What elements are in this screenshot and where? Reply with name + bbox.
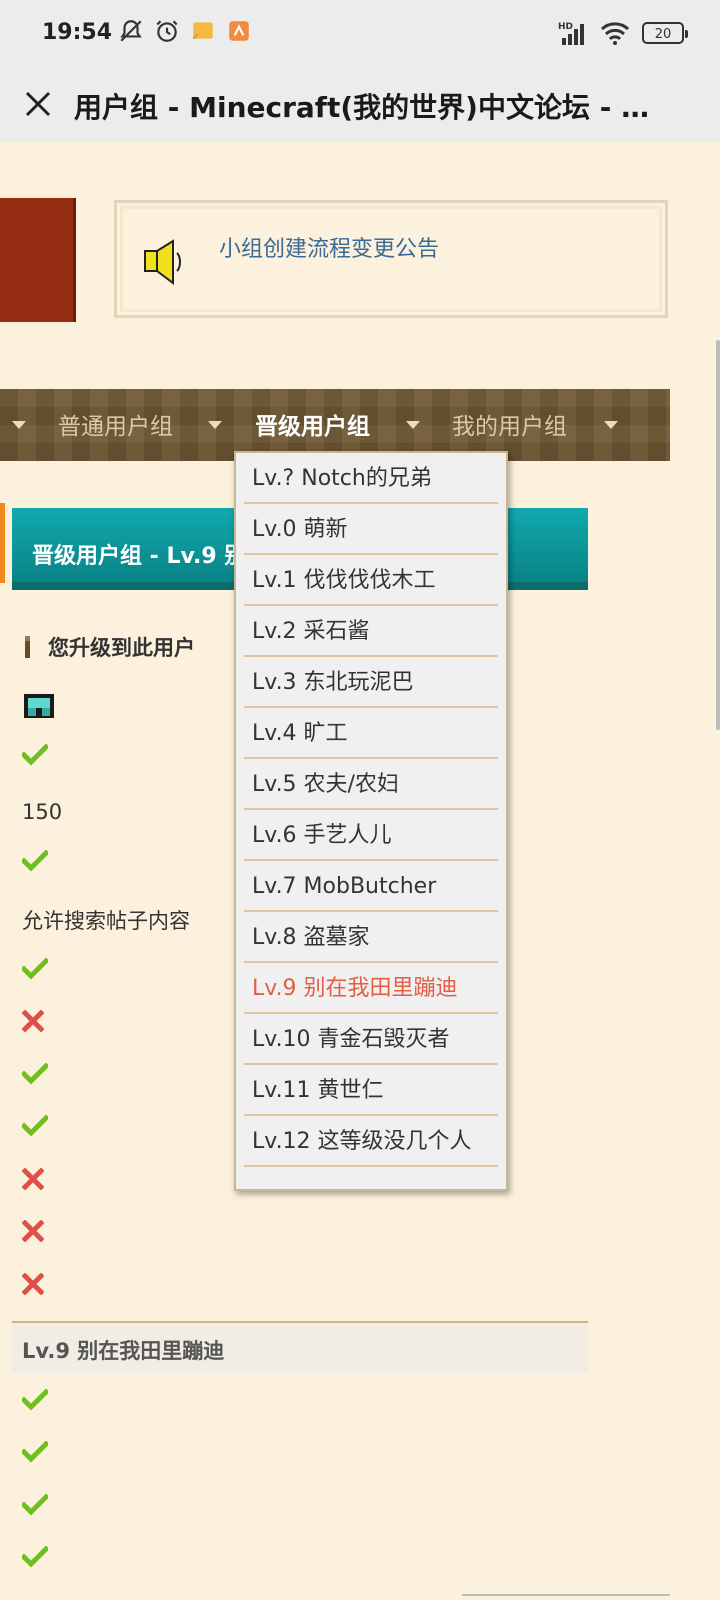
- dropdown-item-level[interactable]: Lv.6 手艺人儿: [244, 810, 498, 861]
- group-header-title: 晋级用户组 - Lv.9 别: [32, 544, 247, 569]
- close-button[interactable]: [16, 82, 60, 126]
- cross-icon: [21, 1009, 45, 1036]
- check-icon: [20, 1388, 50, 1415]
- alarm-icon: [156, 20, 178, 42]
- check-icon: [20, 849, 50, 876]
- dropdown-item-level[interactable]: Lv.3 东北玩泥巴: [244, 657, 498, 708]
- level-dropdown: Lv.? Notch的兄弟 Lv.0 萌新 Lv.1 伐伐伐伐木工 Lv.2 采石酱 L…: [234, 451, 508, 1191]
- dropdown-item-level[interactable]: Lv.5 农夫/农妇: [244, 759, 498, 810]
- upgrade-text: 您升级到此用户: [48, 636, 195, 660]
- check-icon: [20, 1545, 50, 1572]
- nav-item-promotion-groups[interactable]: 晋级用户组: [255, 407, 370, 441]
- divider: [462, 1594, 670, 1596]
- nav-item-normal-groups[interactable]: 普通用户组: [58, 407, 173, 441]
- notice-link[interactable]: 小组创建流程变更公告: [219, 231, 439, 263]
- diamond-helmet-icon: [24, 694, 54, 718]
- stick-icon: [25, 636, 30, 658]
- search-permission-text: 允许搜索帖子内容: [22, 909, 190, 933]
- dropdown-item-level[interactable]: Lv.11 黄世仁: [244, 1065, 498, 1116]
- network-label: HD: [558, 22, 573, 32]
- status-notification-icons: [118, 18, 252, 44]
- dropdown-item-level[interactable]: Lv.9 别在我田里蹦迪: [244, 963, 498, 1014]
- page-title: 用户组 - Minecraft(我的世界)中文论坛 - …: [74, 91, 650, 124]
- cross-icon: [21, 1167, 45, 1194]
- scrollbar[interactable]: [716, 340, 720, 730]
- dropdown-item-level[interactable]: Lv.7 MobButcher: [244, 861, 498, 912]
- bell-muted-icon: [120, 20, 142, 42]
- cross-icon: [21, 1219, 45, 1246]
- subheader-title: Lv.9 别在我田里蹦迪: [22, 1339, 225, 1363]
- status-time: 19:54: [42, 20, 113, 45]
- battery-icon: 20: [642, 22, 688, 44]
- check-icon: [20, 743, 50, 770]
- dropdown-item-level[interactable]: Lv.1 伐伐伐伐木工: [244, 555, 498, 606]
- notice-box: 小组创建流程变更公告: [114, 200, 668, 318]
- chevron-down-icon[interactable]: [406, 421, 420, 429]
- dropdown-item-level[interactable]: Lv.12 这等级没几个人: [244, 1116, 498, 1167]
- wifi-icon: [600, 22, 630, 45]
- subheader-row: Lv.9 别在我田里蹦迪: [12, 1321, 588, 1373]
- app-notification-icon: [229, 21, 249, 41]
- signal-icon: HD: [558, 22, 584, 45]
- status-right-icons: HD 20: [558, 20, 688, 46]
- value-150: 150: [22, 800, 63, 824]
- chevron-down-icon[interactable]: [12, 421, 26, 429]
- speaker-icon: [144, 239, 181, 285]
- dropdown-item-level[interactable]: Lv.8 盗墓家: [244, 912, 498, 963]
- cross-icon: [21, 1272, 45, 1299]
- close-icon: [25, 91, 51, 117]
- check-icon: [20, 1114, 50, 1141]
- check-icon: [20, 1062, 50, 1089]
- check-icon: [20, 1440, 50, 1467]
- side-accent: [0, 503, 5, 583]
- banner-image[interactable]: [0, 198, 76, 322]
- dropdown-item-level[interactable]: Lv.2 采石酱: [244, 606, 498, 657]
- dropdown-item-level[interactable]: Lv.4 旷工: [244, 708, 498, 759]
- dropdown-item-level[interactable]: Lv.? Notch的兄弟: [244, 453, 498, 504]
- dropdown-item-level[interactable]: Lv.0 萌新: [244, 504, 498, 555]
- chevron-down-icon[interactable]: [208, 421, 222, 429]
- check-icon: [20, 1493, 50, 1520]
- check-icon: [20, 957, 50, 984]
- nav-item-my-groups[interactable]: 我的用户组: [452, 407, 567, 441]
- upgrade-row: 您升级到此用户: [22, 632, 195, 662]
- browser-title-bar: 用户组 - Minecraft(我的世界)中文论坛 - …: [0, 70, 720, 142]
- status-bar: 19:54 HD 20: [0, 0, 720, 70]
- dropdown-item-level[interactable]: Lv.10 青金石毁灭者: [244, 1014, 498, 1065]
- chevron-down-icon[interactable]: [604, 421, 618, 429]
- flag-app-icon: [192, 22, 213, 40]
